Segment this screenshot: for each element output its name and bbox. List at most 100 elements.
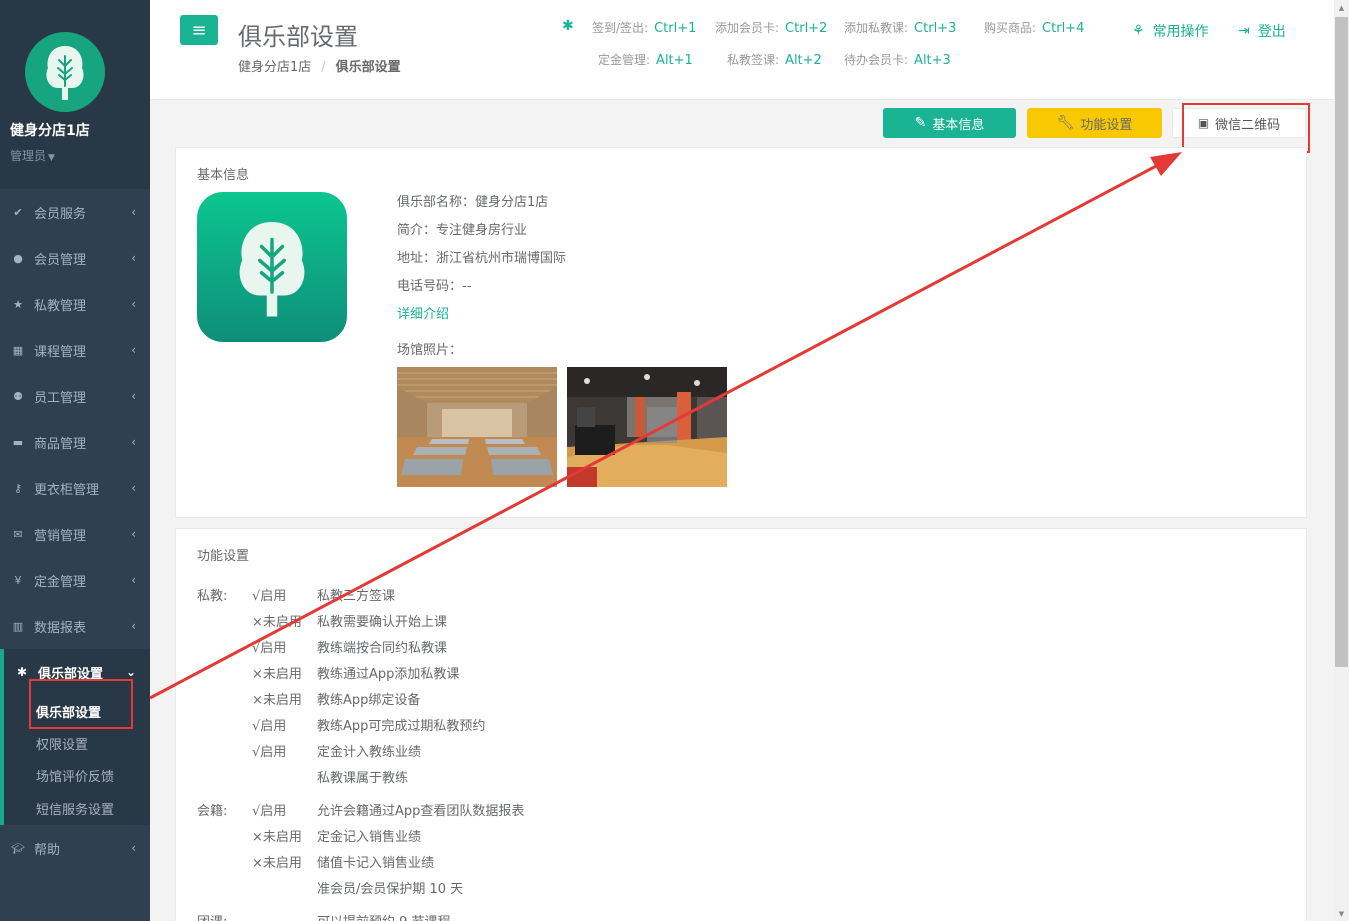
scroll-up-icon[interactable]: ▲: [1334, 0, 1349, 15]
chevron-left-icon: ‹: [131, 619, 136, 633]
sidebar-item-courses[interactable]: ▦ 课程管理 ‹: [0, 327, 150, 373]
leaf-icon: [46, 46, 84, 100]
graduation-cap-icon: 🎓︎: [11, 841, 25, 855]
role-dropdown[interactable]: 管理员 ▼: [10, 147, 55, 164]
check-icon: ✔: [13, 205, 23, 219]
function-settings-button[interactable]: 🔧︎ 功能设置: [1027, 108, 1162, 138]
sidebar-group-club-settings: ✱ 俱乐部设置 ⌄ 俱乐部设置 权限设置 场馆评价反馈 短信服务设置: [0, 649, 150, 825]
common-ops-label: 常用操作: [1152, 24, 1209, 40]
function-status: √启用: [252, 589, 287, 604]
shortcut-key: Alt+2: [785, 53, 822, 68]
function-status: ×未启用: [252, 615, 302, 630]
basic-info-button[interactable]: ✎ 基本信息: [883, 108, 1016, 138]
sidebar-item-label: 更衣柜管理: [34, 482, 100, 498]
page-header: ≡ 俱乐部设置 健身分店1店 / 俱乐部设置 ✱ 签到/签出: Ctrl+1 添加会员…: [150, 0, 1334, 100]
leaf-icon: [239, 221, 305, 316]
sidebar-item-member-management[interactable]: ● 会员管理 ‹: [0, 235, 150, 281]
function-text: 私教需要确认开始上课: [317, 615, 448, 630]
function-status: √启用: [252, 719, 287, 734]
detail-intro-link[interactable]: 详细介绍: [397, 303, 449, 322]
yen-icon: ¥: [14, 573, 22, 587]
function-text: 储值卡记入销售业绩: [317, 856, 435, 871]
sidebar-subitem-venue-feedback[interactable]: 场馆评价反馈: [4, 759, 150, 791]
shortcut-key: Ctrl+3: [914, 21, 957, 36]
vertical-scrollbar[interactable]: ▲ ▼: [1334, 0, 1349, 921]
gear-icon: ✱: [16, 665, 28, 679]
sidebar-item-label: 数据报表: [34, 620, 87, 636]
sidebar-item-label: 员工管理: [34, 390, 87, 406]
key-icon: ⚷: [13, 481, 23, 495]
shop-name: 健身分店1店: [10, 123, 90, 139]
chevron-left-icon: ‹: [131, 481, 136, 495]
function-text: 教练App可完成过期私教预约: [317, 719, 486, 734]
venue-photo-yoga[interactable]: [397, 367, 557, 487]
menu-toggle-button[interactable]: ≡: [180, 15, 218, 45]
breadcrumb-item[interactable]: 健身分店1店: [238, 60, 311, 75]
shortcut-label: 定金管理:: [598, 53, 651, 67]
sidebar-item-label: 课程管理: [34, 344, 87, 360]
function-status: √启用: [252, 745, 287, 760]
sidebar-item-label: 会员服务: [34, 206, 87, 222]
chevron-left-icon: ‹: [131, 205, 136, 219]
hamburger-icon: ≡: [191, 19, 207, 41]
function-text: 定金记入销售业绩: [317, 830, 422, 845]
function-text: 允许会籍通过App查看团队数据报表: [317, 804, 525, 819]
scroll-down-icon[interactable]: ▼: [1334, 906, 1349, 921]
basic-info-title: 基本信息: [197, 168, 250, 183]
function-text: 定金计入教练业绩: [317, 745, 422, 760]
sidebar-item-deposits[interactable]: ¥ 定金管理 ‹: [0, 557, 150, 603]
function-status: ×未启用: [252, 667, 302, 682]
function-text: 教练通过App添加私教课: [317, 667, 460, 682]
shortcut-buy-product: 购买商品: Ctrl+4: [984, 19, 1084, 36]
sidebar-item-help[interactable]: 🎓︎ 帮助 ‹: [0, 825, 150, 871]
function-category: 团课:: [197, 911, 227, 921]
breadcrumb-current: 俱乐部设置: [335, 60, 401, 75]
function-status: √启用: [252, 641, 287, 656]
breadcrumb: 健身分店1店 / 俱乐部设置: [238, 56, 401, 75]
user-icon: ●: [13, 251, 23, 265]
scrollbar-thumb[interactable]: [1335, 17, 1348, 667]
page-title: 俱乐部设置: [238, 23, 358, 51]
annotation-box-qr: [1182, 103, 1310, 153]
sidebar-item-private-coaching[interactable]: ★ 私教管理 ‹: [0, 281, 150, 327]
shortcut-key: Ctrl+1: [654, 21, 697, 36]
function-settings-title: 功能设置: [197, 549, 250, 564]
sidebar-item-reports[interactable]: ▥ 数据报表 ‹: [0, 603, 150, 649]
chevron-left-icon: ‹: [131, 389, 136, 403]
function-text: 教练App绑定设备: [317, 693, 421, 708]
club-address-row: 地址：浙江省杭州市瑞博国际: [397, 251, 567, 266]
sidebar-item-label: 帮助: [34, 842, 61, 858]
sidebar: 健身分店1店 管理员 ▼ ✔ 会员服务 ‹ ● 会员管理 ‹ ★ 私教管理 ‹ ▦ 课程管理 ‹ …: [0, 0, 150, 921]
shortcut-private-sign: 私教签课: Alt+2: [727, 51, 822, 68]
users-icon: ⚉: [13, 389, 23, 403]
shortcut-key: Alt+1: [656, 53, 693, 68]
chevron-left-icon: ‹: [131, 343, 136, 357]
club-intro-row: 简介：专注健身房行业: [397, 223, 528, 238]
sidebar-item-marketing[interactable]: ✉ 营销管理 ‹: [0, 511, 150, 557]
sidebar-item-label: 会员管理: [34, 252, 87, 268]
sidebar-subitem-sms-settings[interactable]: 短信服务设置: [4, 791, 150, 825]
common-ops-link[interactable]: ⚘ 常用操作: [1132, 21, 1209, 41]
function-category: 私教:: [197, 589, 228, 604]
shortcut-label: 签到/签出:: [592, 21, 649, 35]
function-status: ×未启用: [252, 856, 302, 871]
shortcut-label: 待办会员卡:: [844, 53, 909, 67]
chevron-down-icon: ⌄: [125, 665, 136, 679]
sidebar-subitem-permissions[interactable]: 权限设置: [4, 727, 150, 759]
sidebar-item-products[interactable]: ▬ 商品管理 ‹: [0, 419, 150, 465]
venue-photo-gym[interactable]: [567, 367, 727, 487]
sign-out-icon: ⇥: [1238, 23, 1250, 39]
shortcut-pending-card: 待办会员卡: Alt+3: [844, 51, 951, 68]
sidebar-item-member-service[interactable]: ✔ 会员服务 ‹: [0, 189, 150, 235]
shortcut-add-private-course: 添加私教课: Ctrl+3: [844, 19, 956, 36]
club-logo: [25, 32, 105, 112]
logout-link[interactable]: ⇥ 登出: [1238, 21, 1286, 41]
chevron-left-icon: ‹: [131, 251, 136, 265]
sidebar-item-staff[interactable]: ⚉ 员工管理 ‹: [0, 373, 150, 419]
shortcut-add-card: 添加会员卡: Ctrl+2: [715, 19, 827, 36]
sidebar-item-label: 私教管理: [34, 298, 87, 314]
sidebar-item-lockers[interactable]: ⚷ 更衣柜管理 ‹: [0, 465, 150, 511]
logout-label: 登出: [1257, 24, 1286, 40]
shortcut-deposit: 定金管理: Alt+1: [598, 51, 693, 68]
chevron-left-icon: ‹: [131, 841, 136, 855]
